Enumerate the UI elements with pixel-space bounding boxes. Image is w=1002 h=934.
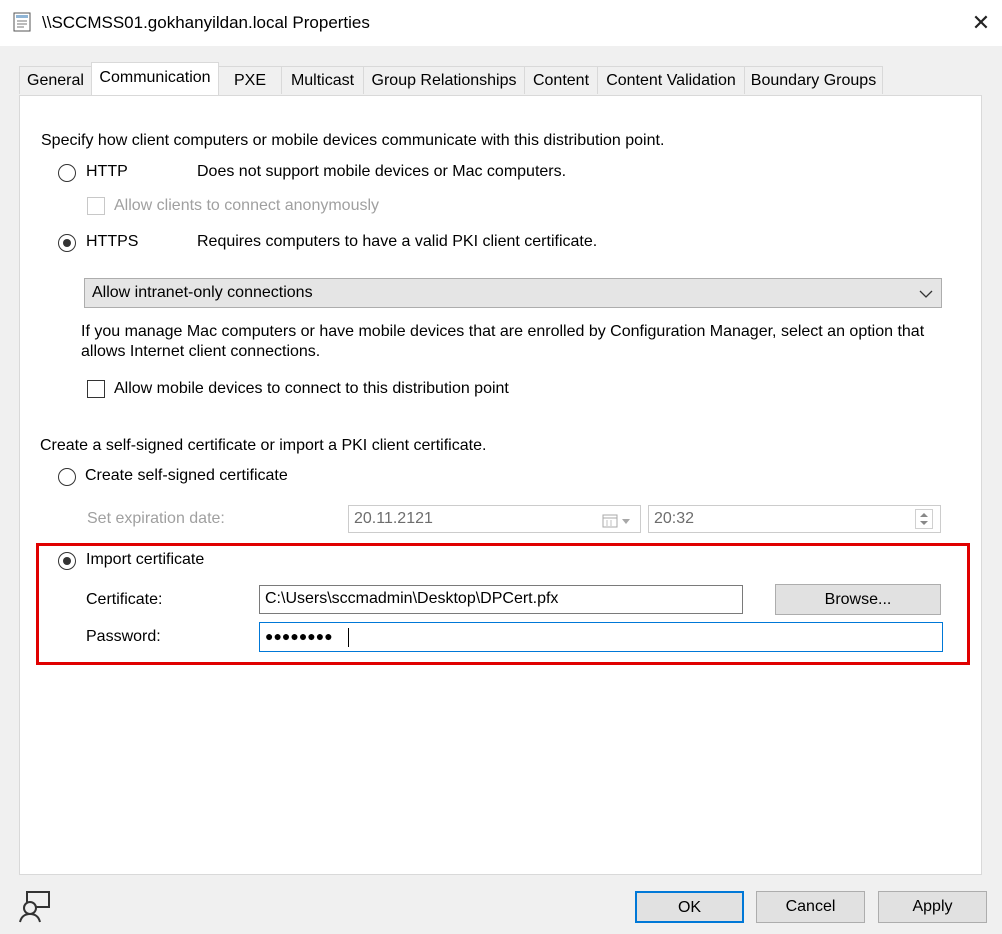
tab-content[interactable]: Content <box>524 66 598 94</box>
cancel-button[interactable]: Cancel <box>756 891 865 923</box>
allow-mobile-devices-checkbox[interactable] <box>87 380 105 398</box>
https-radio[interactable] <box>58 234 76 252</box>
tab-content-validation[interactable]: Content Validation <box>597 66 745 94</box>
spinner-arrows-icon <box>915 509 933 529</box>
connection-type-select[interactable]: Allow intranet-only connections <box>84 278 942 308</box>
tab-communication[interactable]: Communication <box>91 62 219 95</box>
expiration-date-picker: 20.11.2121 <box>348 505 641 533</box>
expiration-time-spinner: 20:32 <box>648 505 941 533</box>
tab-boundary-groups[interactable]: Boundary Groups <box>744 66 883 94</box>
apply-button[interactable]: Apply <box>878 891 987 923</box>
expiration-label: Set expiration date: <box>87 510 225 527</box>
tab-pxe[interactable]: PXE <box>218 66 282 94</box>
self-signed-label[interactable]: Create self-signed certificate <box>85 467 288 485</box>
expiration-time-value: 20:32 <box>654 510 695 527</box>
http-radio[interactable] <box>58 164 76 182</box>
properties-icon <box>12 12 32 32</box>
close-button[interactable]: ✕ <box>966 9 996 37</box>
tab-general[interactable]: General <box>19 66 92 94</box>
expiration-date-value: 20.11.2121 <box>354 510 433 527</box>
https-description: Requires computers to have a valid PKI c… <box>197 233 598 250</box>
tab-group-relationships[interactable]: Group Relationships <box>363 66 525 94</box>
https-label[interactable]: HTTPS <box>86 233 138 251</box>
window-title: \\SCCMSS01.gokhanyildan.local Properties <box>42 13 370 32</box>
allow-mobile-devices-label[interactable]: Allow mobile devices to connect to this … <box>114 380 509 398</box>
allow-anonymous-label: Allow clients to connect anonymously <box>114 197 380 214</box>
certificate-intro: Create a self-signed certificate or impo… <box>40 437 487 454</box>
chevron-down-icon <box>919 287 933 299</box>
title-bar: \\SCCMSS01.gokhanyildan.local Properties… <box>0 0 1002 46</box>
mac-note-line1: If you manage Mac computers or have mobi… <box>81 323 925 340</box>
feedback-icon[interactable] <box>18 890 52 924</box>
mac-note-line2: allows Internet client connections. <box>81 343 321 360</box>
ok-button[interactable]: OK <box>635 891 744 923</box>
self-signed-radio[interactable] <box>58 468 76 486</box>
communication-intro: Specify how client computers or mobile d… <box>41 132 665 149</box>
highlight-box <box>36 543 970 665</box>
http-label[interactable]: HTTP <box>86 163 128 181</box>
connection-type-value: Allow intranet-only connections <box>92 284 313 301</box>
allow-anonymous-checkbox <box>87 197 105 215</box>
http-description: Does not support mobile devices or Mac c… <box>197 163 567 180</box>
tab-multicast[interactable]: Multicast <box>281 66 364 94</box>
calendar-icon <box>602 512 634 528</box>
